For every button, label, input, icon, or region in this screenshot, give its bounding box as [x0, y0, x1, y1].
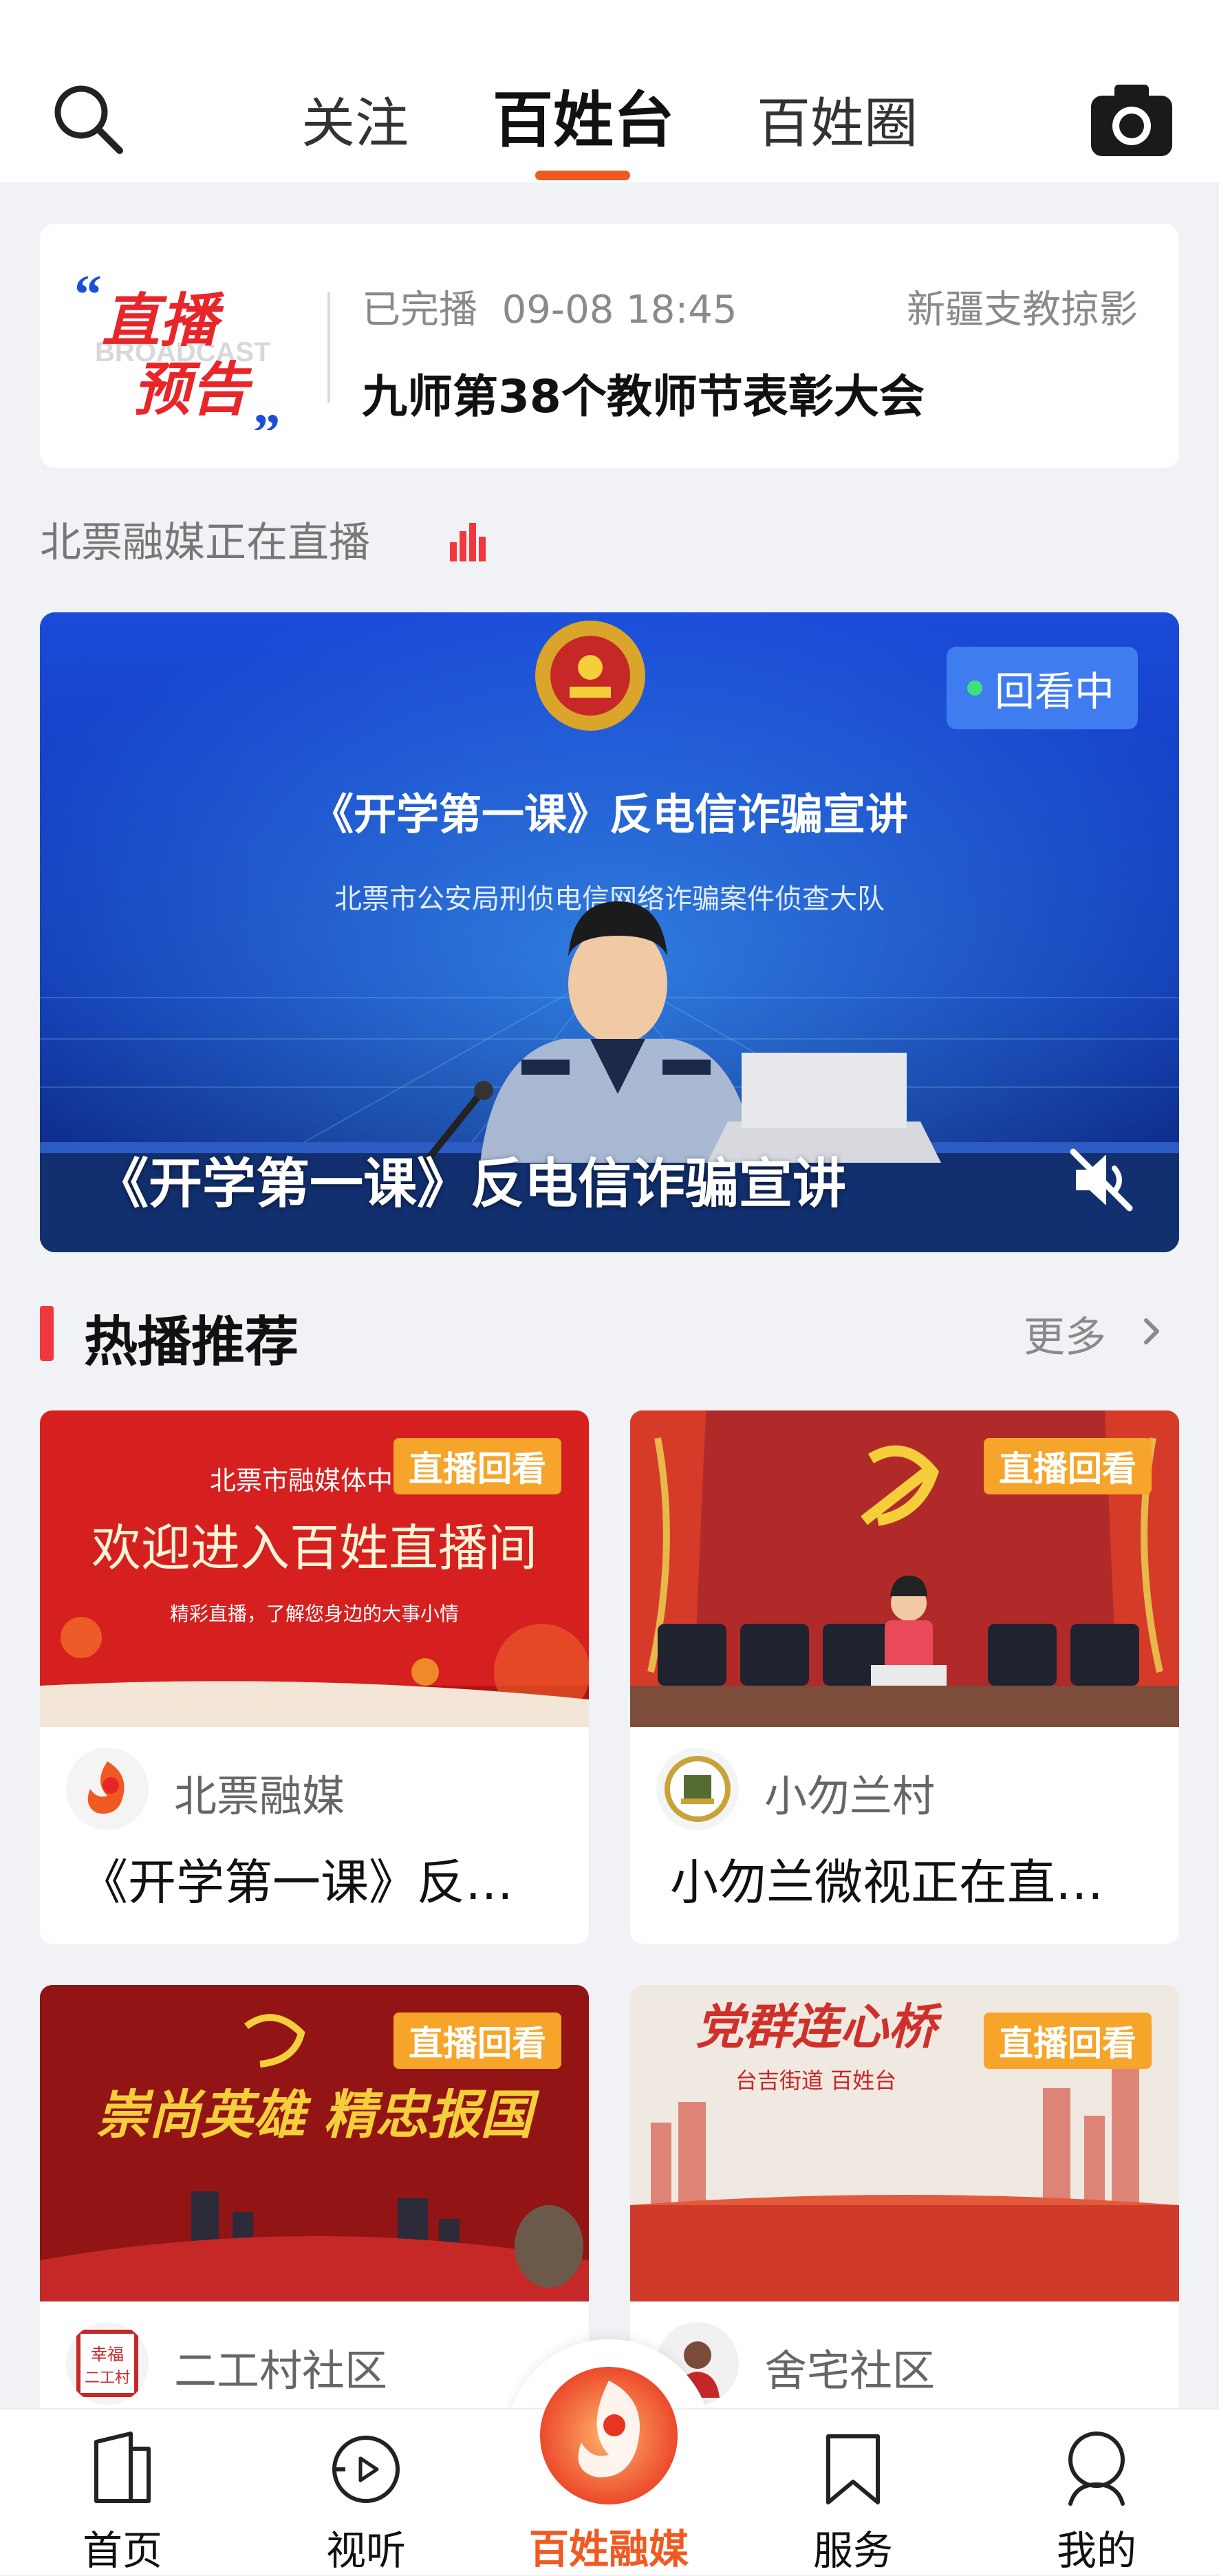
replay-tag: 直播回看 — [984, 2012, 1152, 2069]
svg-text:“: “ — [74, 265, 102, 325]
nav-item-audio-video[interactable]: 视听 — [283, 2409, 449, 2575]
phoenix-logo-icon[interactable] — [533, 2360, 684, 2511]
live-notice-card[interactable]: BROADCAST “ 直播 预告 „ 已完播 09-08 18:45 新疆支教… — [40, 224, 1179, 468]
more-link[interactable]: 更多 — [1024, 1304, 1106, 1364]
card-source: 舍宅社区 — [764, 2346, 936, 2396]
profile-icon — [1055, 2427, 1138, 2509]
live-bars-icon — [447, 523, 488, 561]
tab-follow[interactable]: 关注 — [301, 86, 409, 162]
live-preview-logo: BROADCAST “ 直播 预告 „ — [67, 265, 301, 436]
live-author: 新疆支教掠影 — [907, 288, 1138, 332]
video-thumbnail: 崇尚英雄 精忠报国 直播回看 — [40, 1985, 589, 2301]
video-thumbnail: 党群连心桥 台吉街道 百姓台 直播回看 — [630, 1985, 1179, 2301]
nav-item-home[interactable]: 首页 — [40, 2409, 205, 2575]
live-title: 九师第38个教师节表彰大会 — [362, 370, 925, 423]
search-icon[interactable] — [48, 79, 131, 162]
card-title: 《开学第一课》反… — [80, 1854, 513, 1911]
nav-label: 我的 — [1056, 2527, 1136, 2574]
tab-baixingquan[interactable]: 百姓圈 — [757, 86, 918, 162]
video-thumbnail: 直播回看 — [630, 1410, 1179, 1727]
video-card[interactable]: 崇尚英雄 精忠报国 直播回看 幸福 二工村 二工村社区 — [40, 1985, 589, 2467]
svg-text:精彩直播，了解您身边的大事小情: 精彩直播，了解您身边的大事小情 — [170, 1602, 459, 1625]
svg-text:„: „ — [253, 375, 281, 430]
video-caption: 《开学第一课》反电信诈骗宣讲 — [95, 1153, 847, 1215]
avatar[interactable]: 幸福 二工村 — [66, 2322, 149, 2405]
replay-tag: 直播回看 — [984, 1438, 1152, 1494]
tab-baixingtai[interactable]: 百姓台 — [493, 83, 674, 158]
video-thumbnail: 北票市融媒体中心 欢迎进入百姓直播间 精彩直播，了解您身边的大事小情 直播回看 — [40, 1410, 589, 1727]
svg-text:《开学第一课》反电信诈骗宣讲: 《开学第一课》反电信诈骗宣讲 — [311, 789, 908, 839]
video-card[interactable]: 党群连心桥 台吉街道 百姓台 直播回看 舍宅社区 — [630, 1985, 1179, 2467]
svg-text:北票市融媒体中心: 北票市融媒体中心 — [210, 1466, 419, 1496]
mute-icon[interactable] — [1064, 1142, 1139, 1218]
live-video-player[interactable]: 《开学第一课》反电信诈骗宣讲 北票市公安局刑侦电信网络诈骗案件侦查大队 回看中 … — [40, 612, 1179, 1252]
bookmark-icon — [812, 2427, 894, 2509]
play-circle-icon — [325, 2427, 407, 2509]
svg-text:党群连心桥: 党群连心桥 — [695, 1998, 942, 2055]
nav-item-baixing-rongmei[interactable]: 百姓融媒 — [506, 2517, 712, 2575]
card-title: 小勿兰微视正在直… — [670, 1854, 1103, 1911]
live-dot-icon — [967, 680, 982, 696]
avatar[interactable] — [656, 1748, 739, 1830]
nav-item-service[interactable]: 服务 — [770, 2409, 936, 2575]
chevron-right-icon[interactable] — [1135, 1311, 1169, 1352]
active-tab-indicator — [535, 171, 630, 180]
svg-text:直播: 直播 — [102, 287, 225, 354]
divider — [327, 292, 330, 402]
video-card[interactable]: 直播回看 小勿兰村 小勿兰微视正在直… — [630, 1410, 1179, 1944]
camera-icon[interactable] — [1087, 79, 1176, 162]
top-bar: 关注 百姓台 百姓圈 — [0, 0, 1219, 182]
svg-text:预告: 预告 — [133, 356, 253, 423]
home-icon — [81, 2427, 164, 2509]
replay-badge: 回看中 — [946, 647, 1138, 729]
live-status: 已完播 09-08 18:45 — [362, 288, 737, 332]
replay-tag: 直播回看 — [393, 2012, 561, 2069]
card-source: 北票融媒 — [174, 1771, 345, 1821]
svg-text:二工村: 二工村 — [85, 2370, 130, 2387]
video-card[interactable]: 北票市融媒体中心 欢迎进入百姓直播间 精彩直播，了解您身边的大事小情 直播回看 … — [40, 1410, 589, 1944]
section-accent-bar — [40, 1306, 54, 1361]
live-now-header: 北票融媒正在直播 — [40, 519, 370, 567]
nav-item-mine[interactable]: 我的 — [1014, 2409, 1179, 2575]
svg-text:幸福: 幸福 — [91, 2345, 124, 2364]
svg-text:台吉街道 百姓台: 台吉街道 百姓台 — [735, 2068, 896, 2094]
section-title: 热播推荐 — [84, 1311, 299, 1373]
replay-tag: 直播回看 — [393, 1438, 561, 1494]
nav-label: 视听 — [325, 2527, 406, 2574]
nav-label: 服务 — [812, 2527, 893, 2574]
card-source: 二工村社区 — [174, 2346, 388, 2396]
nav-label: 首页 — [82, 2527, 162, 2574]
svg-text:崇尚英雄 精忠报国: 崇尚英雄 精忠报国 — [96, 2084, 540, 2145]
card-source: 小勿兰村 — [764, 1771, 936, 1821]
avatar[interactable] — [66, 1748, 149, 1830]
svg-text:欢迎进入百姓直播间: 欢迎进入百姓直播间 — [91, 1519, 537, 1577]
